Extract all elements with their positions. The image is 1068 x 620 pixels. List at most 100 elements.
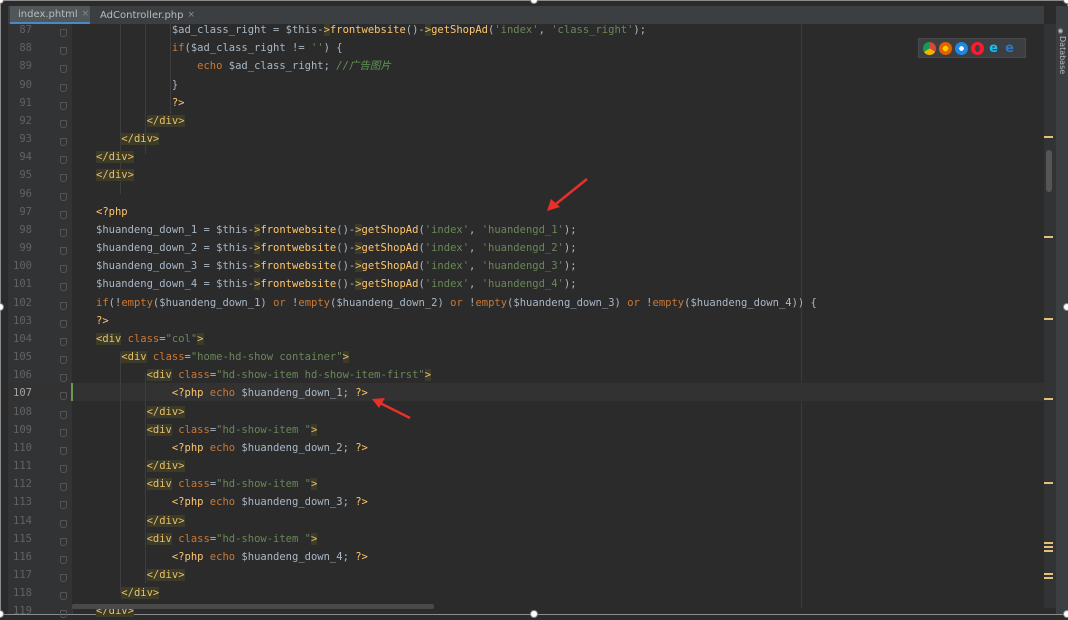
line-number: 93: [19, 133, 32, 146]
code-line[interactable]: if($ad_class_right != '') {: [96, 39, 343, 57]
fold-marker-icon[interactable]: [60, 47, 67, 56]
stripe-mark[interactable]: [1044, 398, 1053, 400]
code-line[interactable]: <?php echo $huandeng_down_3; ?>: [96, 493, 368, 511]
fold-marker-icon[interactable]: [60, 574, 67, 583]
fold-marker-icon[interactable]: [60, 555, 67, 564]
fold-marker-icon[interactable]: [60, 174, 67, 183]
stripe-mark[interactable]: [1044, 542, 1053, 544]
fold-marker-icon[interactable]: [60, 265, 67, 274]
code-line[interactable]: <?php echo $huandeng_down_4; ?>: [96, 548, 368, 566]
code-line[interactable]: </div>: [96, 403, 185, 421]
code-line[interactable]: $ad_class_right = $this->frontwebsite()-…: [96, 21, 646, 39]
fold-marker-icon[interactable]: [60, 228, 67, 237]
code-line[interactable]: </div>: [96, 166, 134, 184]
code-line[interactable]: $huandeng_down_3 = $this->frontwebsite()…: [96, 257, 577, 275]
line-number: 106: [13, 369, 32, 382]
code-line[interactable]: </div>: [96, 584, 160, 602]
fold-marker-icon[interactable]: [60, 192, 67, 201]
stripe-mark[interactable]: [1044, 318, 1053, 320]
code-line[interactable]: if(!empty($huandeng_down_1) or !empty($h…: [96, 294, 817, 312]
ie-icon[interactable]: e: [987, 41, 1000, 55]
line-number: 112: [13, 478, 32, 491]
resize-handle[interactable]: [1063, 610, 1068, 618]
code-line[interactable]: <div class="home-hd-show container">: [96, 348, 349, 366]
fold-marker-icon[interactable]: [60, 446, 67, 455]
code-line[interactable]: echo $ad_class_right; //广告图片: [96, 57, 391, 75]
fold-marker-icon[interactable]: [60, 319, 67, 328]
stripe-mark[interactable]: [1044, 573, 1053, 575]
horizontal-scrollbar-thumb[interactable]: [72, 604, 434, 609]
code-line[interactable]: <div class="hd-show-item hd-show-item-fi…: [96, 366, 432, 384]
fold-marker-icon[interactable]: [60, 337, 67, 346]
fold-marker-icon[interactable]: [60, 410, 67, 419]
fold-marker-icon[interactable]: [60, 610, 67, 619]
code-line[interactable]: }: [96, 76, 178, 94]
fold-marker-icon[interactable]: [60, 119, 67, 128]
stripe-mark[interactable]: [1044, 136, 1053, 138]
database-icon[interactable]: ◉: [1058, 26, 1063, 35]
fold-marker-icon[interactable]: [60, 29, 67, 37]
code-line[interactable]: $huandeng_down_2 = $this->frontwebsite()…: [96, 239, 577, 257]
code-line[interactable]: </div>: [96, 457, 185, 475]
code-line[interactable]: $huandeng_down_4 = $this->frontwebsite()…: [96, 275, 577, 293]
fold-marker-icon[interactable]: [60, 65, 67, 74]
code-line[interactable]: ?>: [96, 94, 185, 112]
line-number: 105: [13, 351, 32, 364]
code-line[interactable]: </div>: [96, 512, 185, 530]
fold-marker-icon[interactable]: [60, 392, 67, 401]
tab-index-phtml[interactable]: index.phtml ×: [10, 6, 90, 24]
code-line[interactable]: <?php echo $huandeng_down_1; ?>: [96, 384, 368, 402]
fold-marker-icon[interactable]: [60, 483, 67, 492]
fold-marker-icon[interactable]: [60, 501, 67, 510]
resize-handle[interactable]: [1063, 303, 1068, 311]
chrome-icon[interactable]: [923, 41, 936, 55]
fold-marker-icon[interactable]: [60, 101, 67, 110]
fold-marker-icon[interactable]: [60, 374, 67, 383]
code-line[interactable]: <div class="col">: [96, 330, 204, 348]
safari-icon[interactable]: [955, 41, 968, 55]
code-line[interactable]: <div class="hd-show-item ">: [96, 530, 318, 548]
fold-marker-icon[interactable]: [60, 247, 67, 256]
fold-marker-icon[interactable]: [60, 519, 67, 528]
annotation-arrow: [547, 178, 588, 211]
database-tab-label[interactable]: Database: [1058, 36, 1067, 74]
code-line[interactable]: <?php echo $huandeng_down_2; ?>: [96, 439, 368, 457]
fold-marker-icon[interactable]: [60, 465, 67, 474]
error-stripe[interactable]: [1044, 24, 1056, 608]
code-line[interactable]: <?php: [96, 203, 128, 221]
code-line[interactable]: <div class="hd-show-item ">: [96, 475, 318, 493]
fold-marker-icon[interactable]: [60, 301, 67, 310]
code-line[interactable]: </div>: [96, 112, 185, 130]
fold-marker-icon[interactable]: [60, 156, 67, 165]
resize-handle[interactable]: [0, 610, 4, 618]
stripe-mark[interactable]: [1044, 546, 1053, 548]
code-editor[interactable]: [72, 24, 1044, 608]
firefox-icon[interactable]: [939, 41, 952, 55]
fold-marker-icon[interactable]: [60, 537, 67, 546]
fold-marker-icon[interactable]: [60, 210, 67, 219]
fold-marker-icon[interactable]: [60, 592, 67, 601]
code-line[interactable]: <div class="hd-show-item ">: [96, 421, 318, 439]
code-line[interactable]: </div>: [96, 130, 160, 148]
stripe-mark[interactable]: [1044, 236, 1053, 238]
fold-marker-icon[interactable]: [60, 283, 67, 292]
code-line[interactable]: $huandeng_down_1 = $this->frontwebsite()…: [96, 221, 577, 239]
code-line[interactable]: </div>: [96, 566, 185, 584]
close-icon[interactable]: ×: [82, 9, 90, 19]
close-icon[interactable]: ×: [188, 10, 196, 20]
fold-marker-icon[interactable]: [60, 428, 67, 437]
annotation-arrow: [372, 398, 411, 420]
code-line[interactable]: </div>: [96, 148, 134, 166]
edge-icon[interactable]: e: [1003, 41, 1016, 55]
opera-icon[interactable]: [971, 41, 984, 55]
stripe-mark[interactable]: [1044, 550, 1053, 552]
fold-marker-icon[interactable]: [60, 83, 67, 92]
line-number: 87: [19, 24, 32, 36]
vertical-scrollbar-thumb[interactable]: [1046, 150, 1052, 192]
fold-marker-icon[interactable]: [60, 138, 67, 147]
code-line[interactable]: ?>: [96, 312, 109, 330]
stripe-mark[interactable]: [1044, 482, 1053, 484]
fold-marker-icon[interactable]: [60, 356, 67, 365]
resize-handle[interactable]: [530, 610, 538, 618]
stripe-mark[interactable]: [1044, 577, 1053, 579]
